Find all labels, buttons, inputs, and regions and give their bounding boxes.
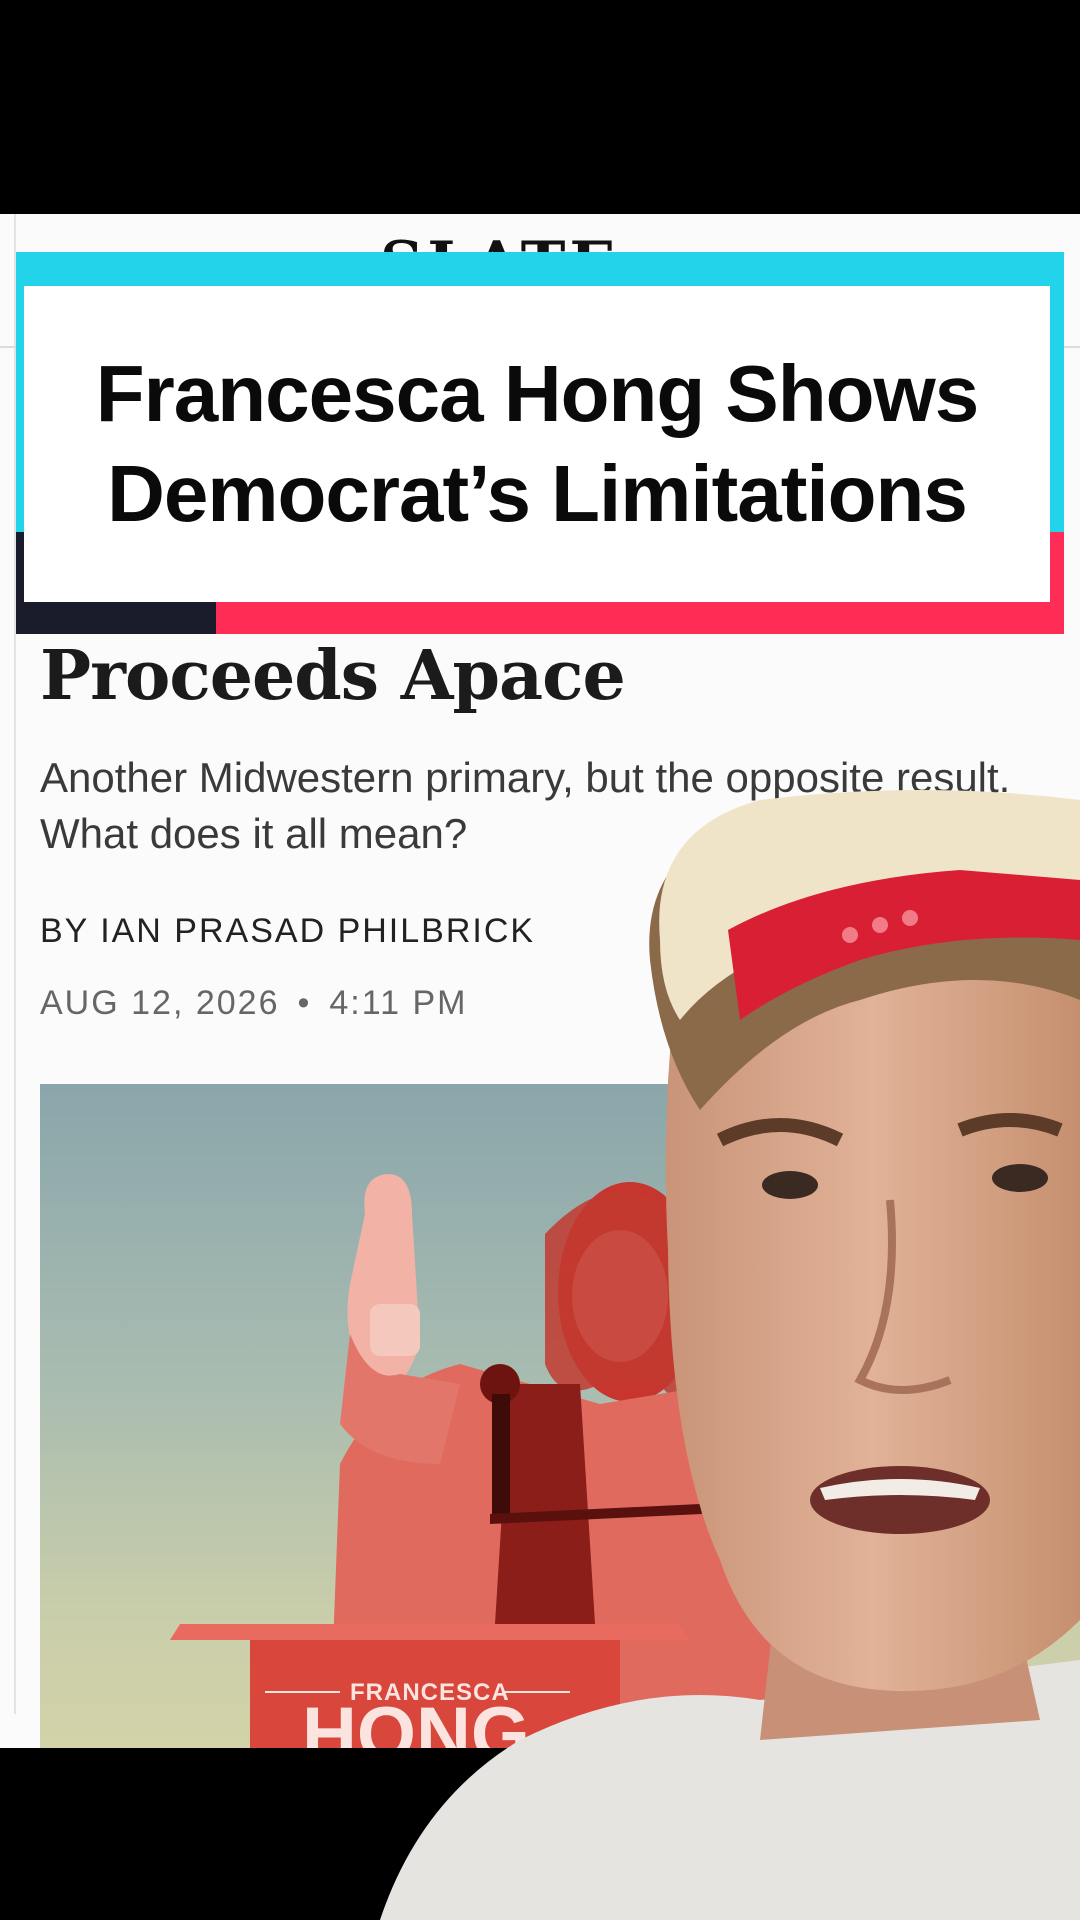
- title-line-1: Francesca Hong Shows: [95, 349, 979, 438]
- podium-name-bottom: HONG: [302, 1692, 530, 1748]
- article-date: AUG 12, 2026: [40, 984, 280, 1022]
- article-headline: Proceeds Apace: [40, 636, 626, 716]
- top-letterbox: [0, 0, 1080, 214]
- title-card-overlay: Francesca Hong Shows Democrat’s Limitati…: [16, 252, 1064, 634]
- article-dek: Another Midwestern primary, but the oppo…: [40, 754, 1011, 857]
- podium: FRANCESCA HONG: [170, 1624, 690, 1748]
- article-time: 4:11 PM: [329, 984, 468, 1022]
- article-dateline: AUG 12, 2026 • 4:11 PM: [40, 984, 468, 1023]
- date-separator: •: [297, 984, 312, 1022]
- title-card-text-box: Francesca Hong Shows Democrat’s Limitati…: [24, 286, 1050, 602]
- article-byline[interactable]: BY IAN PRASAD PHILBRICK: [40, 912, 535, 951]
- title-line-2: Democrat’s Limitations: [107, 449, 968, 538]
- hero-illustration: FRANCESCA HONG: [170, 1174, 830, 1748]
- hero-image: FRANCESCA HONG: [40, 1084, 1080, 1748]
- bottom-letterbox: [0, 1748, 1080, 1920]
